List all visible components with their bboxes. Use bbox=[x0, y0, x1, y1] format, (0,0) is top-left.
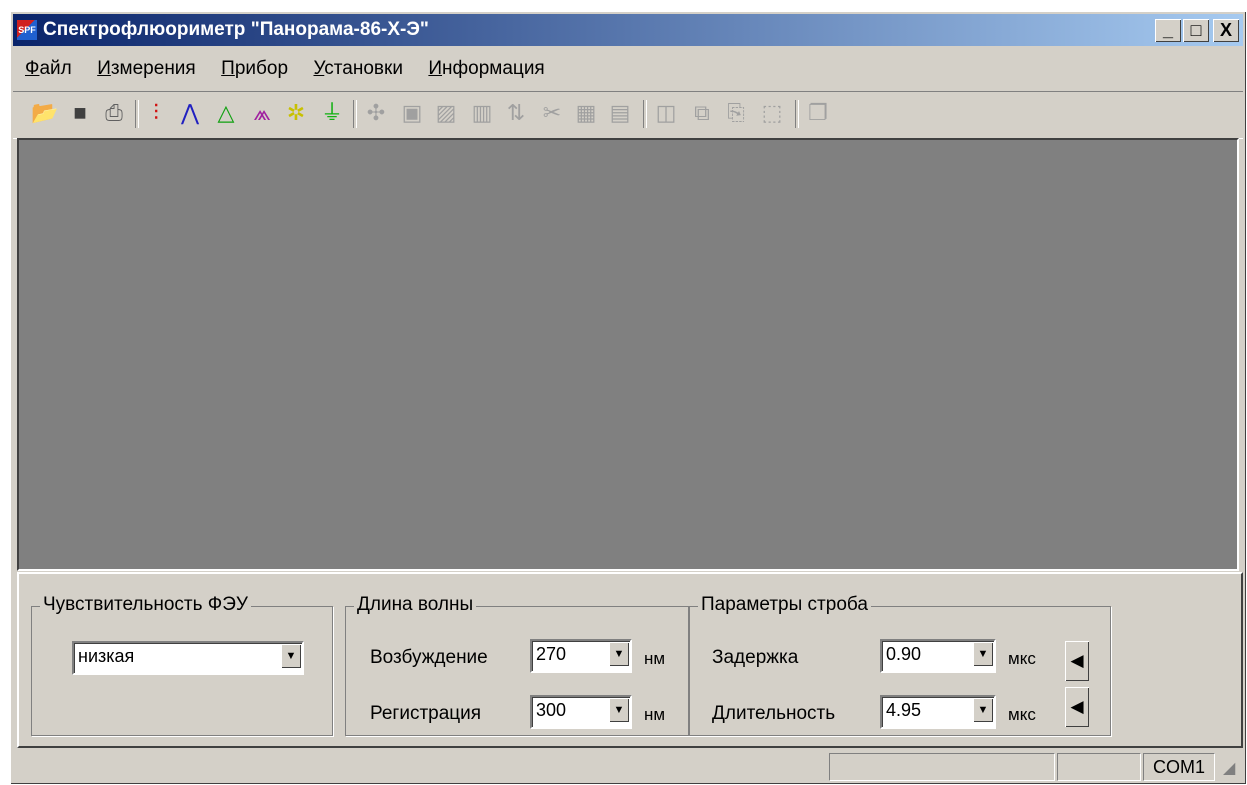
window-title: Спектрофлюориметр "Панорама-86-Х-Э" bbox=[43, 19, 429, 40]
toolbar-separator bbox=[135, 100, 139, 128]
maximize-button[interactable]: □ bbox=[1183, 19, 1209, 42]
title-bar: SPF Спектрофлюориметр "Панорама-86-Х-Э" … bbox=[13, 14, 1243, 46]
registration-value: 300 bbox=[536, 700, 567, 720]
copy-icon[interactable]: ⧉ bbox=[689, 100, 715, 126]
chevron-down-icon[interactable]: ▼ bbox=[973, 642, 993, 666]
save-icon[interactable]: ■ bbox=[67, 100, 93, 126]
paste-icon[interactable]: ⎘ bbox=[723, 100, 749, 126]
wavelength-group: Длина волны Возбуждение 270 ▼ нм Регистр… bbox=[345, 594, 689, 736]
emission-icon[interactable]: △ bbox=[213, 100, 239, 126]
app-window: SPF Спектрофлюориметр "Панорама-86-Х-Э" … bbox=[10, 11, 1246, 784]
excitation-label: Возбуждение bbox=[370, 647, 488, 668]
delay-unit: мкс bbox=[1008, 649, 1036, 668]
excitation-value: 270 bbox=[536, 644, 567, 664]
grid-icon[interactable]: ▦ bbox=[573, 100, 599, 126]
control-panel: Чувствительность ФЭУ низкая ▼ Длина волн… bbox=[17, 572, 1243, 748]
menu-instrument[interactable]: Прибор bbox=[209, 51, 297, 80]
status-bar: COM1 ◢ bbox=[13, 750, 1243, 782]
chevron-down-icon[interactable]: ▼ bbox=[281, 644, 301, 668]
registration-unit: нм bbox=[644, 705, 666, 724]
delay-left-arrow-icon[interactable]: ◀ bbox=[1065, 641, 1089, 681]
detector-icon[interactable]: ⏚ bbox=[319, 100, 345, 126]
toolbar-separator bbox=[795, 100, 799, 128]
chart-icon[interactable]: ◫ bbox=[653, 100, 679, 126]
duration-label: Длительность bbox=[712, 703, 836, 724]
baseline-icon[interactable]: ▨ bbox=[433, 100, 459, 126]
toolbar: 📂 ■ ⎙ ⫶ ⋀ △ ⩕ ✲ ⏚ ✣ ▣ ▨ ▥ ⇅ ✂ ▦ ▤ ◫ ⧉ ⎘ … bbox=[13, 91, 1243, 139]
smooth-icon[interactable]: ✣ bbox=[363, 100, 389, 126]
table-icon[interactable]: ▤ bbox=[607, 100, 633, 126]
gate-parameters-group: Параметры строба Задержка 0.90 ▼ мкс Дли… bbox=[689, 594, 1111, 736]
menu-bar: Файл Измерения Прибор Установки Информац… bbox=[13, 51, 1243, 81]
print-icon[interactable]: ⎙ bbox=[101, 100, 127, 126]
duration-unit: мкс bbox=[1008, 705, 1036, 724]
toolbar-separator bbox=[353, 100, 357, 128]
pmt-sensitivity-group: Чувствительность ФЭУ низкая ▼ bbox=[31, 594, 333, 736]
app-icon: SPF bbox=[17, 20, 37, 40]
plot-area[interactable] bbox=[17, 138, 1239, 571]
status-cell-progress bbox=[829, 753, 1055, 781]
duration-value: 4.95 bbox=[886, 700, 922, 720]
chevron-down-icon[interactable]: ▼ bbox=[609, 642, 629, 666]
wavelength-title: Длина волны bbox=[354, 594, 477, 616]
open-icon[interactable]: 📂 bbox=[31, 100, 58, 126]
lamp-icon[interactable]: ✲ bbox=[283, 100, 309, 126]
toolbar-separator bbox=[643, 100, 647, 128]
gate-parameters-title: Параметры строба bbox=[698, 594, 871, 616]
status-cell-info bbox=[1057, 753, 1141, 781]
excitation-unit: нм bbox=[644, 649, 666, 668]
chevron-down-icon[interactable]: ▼ bbox=[973, 698, 993, 722]
menu-information[interactable]: Информация bbox=[416, 51, 553, 80]
sort-icon[interactable]: ⇅ bbox=[503, 100, 529, 126]
duration-left-arrow-icon[interactable]: ◀ bbox=[1065, 687, 1089, 727]
delay-label: Задержка bbox=[712, 647, 799, 668]
duration-select[interactable]: 4.95 ▼ bbox=[880, 695, 996, 729]
export-icon[interactable]: ⬚ bbox=[759, 100, 785, 126]
zoom-icon[interactable]: ▣ bbox=[399, 100, 425, 126]
pmt-sensitivity-select[interactable]: низкая ▼ bbox=[72, 641, 304, 675]
registration-select[interactable]: 300 ▼ bbox=[530, 695, 632, 729]
cross-icon[interactable]: ✂ bbox=[539, 100, 565, 126]
windows-icon[interactable]: ❐ bbox=[805, 100, 831, 126]
bars-icon[interactable]: ▥ bbox=[469, 100, 495, 126]
status-port: COM1 bbox=[1143, 753, 1215, 781]
excitation-select[interactable]: 270 ▼ bbox=[530, 639, 632, 673]
peaks-icon[interactable]: ⩕ bbox=[249, 100, 275, 126]
minimize-button[interactable]: _ bbox=[1155, 19, 1181, 42]
close-button[interactable]: X bbox=[1213, 19, 1239, 42]
spectrum-icon[interactable]: ⫶ bbox=[143, 100, 169, 126]
pmt-sensitivity-title: Чувствительность ФЭУ bbox=[40, 594, 251, 616]
delay-select[interactable]: 0.90 ▼ bbox=[880, 639, 996, 673]
menu-measurements[interactable]: Измерения bbox=[85, 51, 205, 80]
pmt-sensitivity-value: низкая bbox=[78, 646, 135, 666]
chevron-down-icon[interactable]: ▼ bbox=[609, 698, 629, 722]
menu-settings[interactable]: Установки bbox=[301, 51, 411, 80]
resize-grip-icon[interactable]: ◢ bbox=[1223, 758, 1241, 777]
menu-file[interactable]: Файл bbox=[13, 51, 81, 80]
excitation-icon[interactable]: ⋀ bbox=[177, 100, 203, 126]
delay-value: 0.90 bbox=[886, 644, 922, 664]
registration-label: Регистрация bbox=[370, 703, 482, 724]
